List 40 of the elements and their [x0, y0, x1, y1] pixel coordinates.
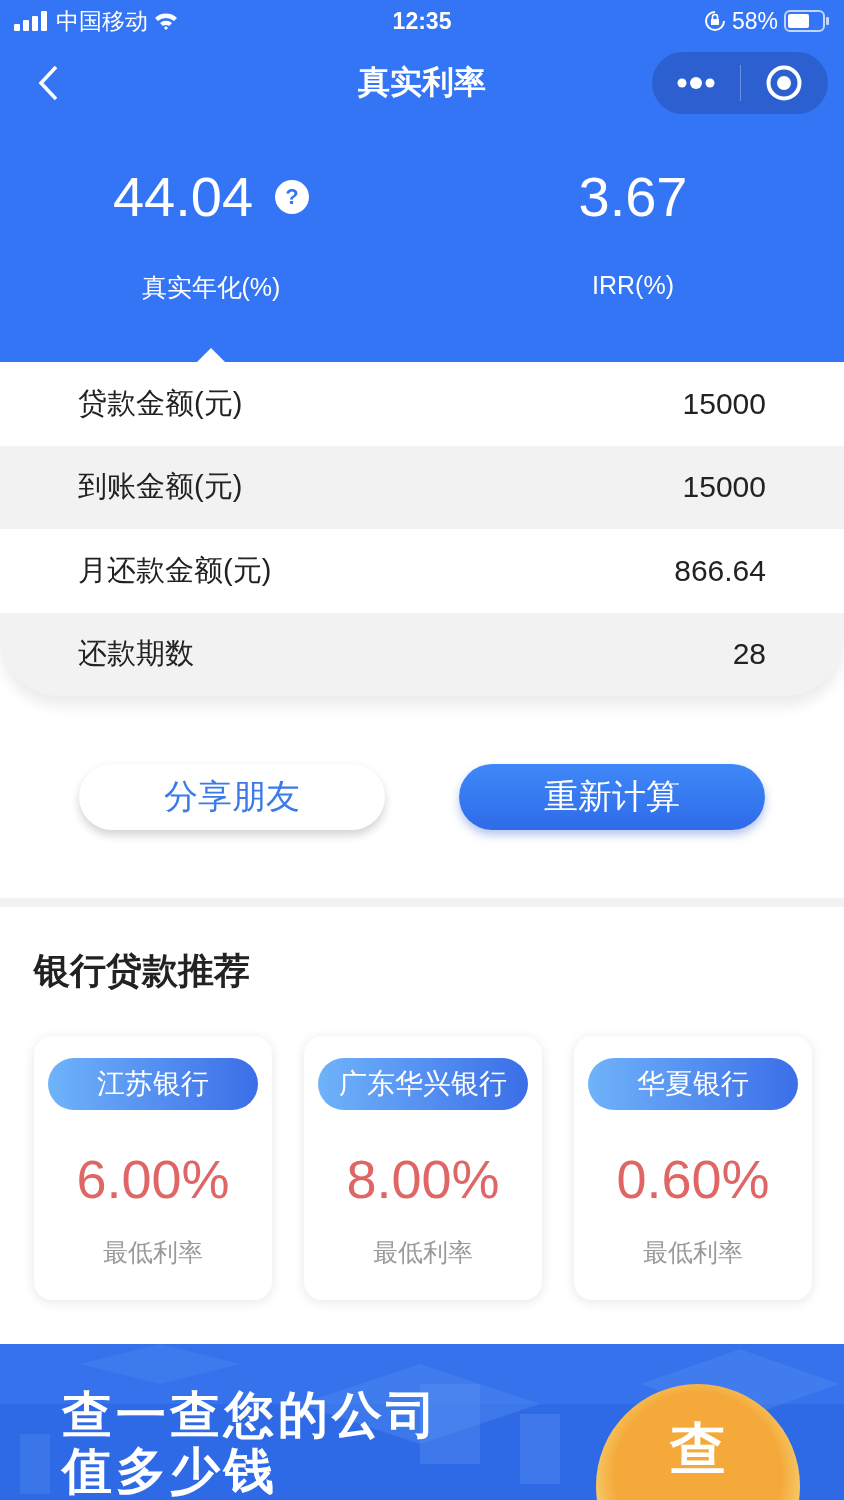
help-icon[interactable]: ? [275, 179, 310, 214]
detail-label: 到账金额(元) [78, 469, 243, 505]
detail-value: 15000 [682, 386, 766, 421]
banner-headline: 值多少钱 [62, 1444, 278, 1498]
recalculate-button[interactable]: 重新计算 [459, 764, 765, 830]
bank-name-tag: 广东华兴银行 [318, 1058, 528, 1110]
section-title: 银行贷款推荐 [34, 949, 251, 993]
wifi-icon [154, 12, 178, 30]
battery-icon [784, 10, 830, 32]
battery-percent: 58% [731, 7, 778, 35]
detail-label: 还款期数 [78, 636, 194, 672]
detail-value: 866.64 [674, 553, 766, 588]
more-icon [675, 76, 716, 90]
bank-name-tag: 江苏银行 [48, 1058, 258, 1110]
bank-card[interactable]: 江苏银行 6.00% 最低利率 [34, 1036, 272, 1300]
rate-caption: 最低利率 [373, 1237, 473, 1268]
stat-label: IRR(%) [592, 271, 674, 300]
target-icon [765, 64, 804, 102]
detail-label: 贷款金额(元) [78, 385, 243, 421]
carrier-name: 中国移动 [56, 6, 148, 36]
rotation-lock-icon [703, 10, 726, 32]
clock-time: 12:35 [392, 7, 452, 35]
rate-value: 0.60% [616, 1148, 770, 1210]
signal-icon [14, 11, 50, 31]
bank-name-tag: 华夏银行 [588, 1058, 798, 1110]
detail-value: 15000 [682, 470, 766, 505]
bank-card[interactable]: 广东华兴银行 8.00% 最低利率 [304, 1036, 542, 1300]
rate-value: 8.00% [346, 1148, 500, 1210]
stat-value: 3.67 [578, 164, 688, 229]
banner-headline: 查一查您的公司 [62, 1388, 440, 1442]
stat-value: 44.04 [112, 164, 254, 229]
rate-caption: 最低利率 [643, 1237, 743, 1268]
rate-caption: 最低利率 [103, 1237, 203, 1268]
stat-label: 真实年化(%) [141, 272, 281, 303]
page-title: 真实利率 [357, 63, 487, 102]
bank-card[interactable]: 华夏银行 0.60% 最低利率 [574, 1036, 812, 1300]
detail-value: 28 [732, 637, 766, 672]
detail-label: 月还款金额(元) [78, 552, 272, 588]
rate-value: 6.00% [76, 1148, 230, 1210]
share-button[interactable]: 分享朋友 [79, 764, 385, 830]
